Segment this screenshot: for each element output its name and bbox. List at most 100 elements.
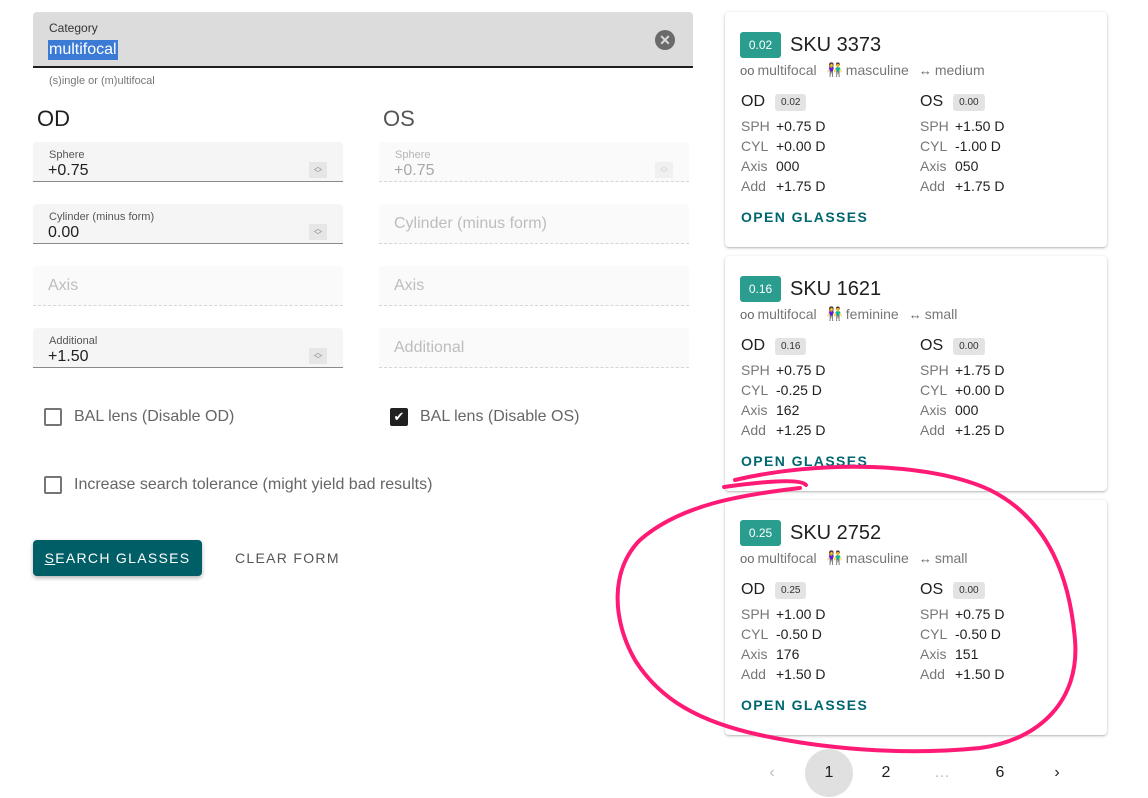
cyl-label: CYL xyxy=(741,138,769,154)
match-score-badge: 0.25 xyxy=(740,520,781,546)
open-glasses-button[interactable]: OPEN GLASSES xyxy=(741,209,868,225)
type-text: multifocal xyxy=(757,62,817,78)
result-card: 0.02 SKU 3373 oo multifocal 👫 masculine ↔ m… xyxy=(725,12,1107,247)
tolerance-checkbox[interactable]: Increase search tolerance (might yield b… xyxy=(44,476,432,494)
prev-page-button[interactable]: ‹ xyxy=(748,749,796,797)
spinner-icon[interactable]: ︿ ﹀ xyxy=(309,224,327,240)
os-score-chip: 0.00 xyxy=(953,337,985,355)
bal-os-checkbox[interactable]: ✔ BAL lens (Disable OS) xyxy=(390,408,579,426)
next-page-button[interactable]: › xyxy=(1033,749,1081,797)
od-axis-field[interactable]: Axis xyxy=(33,266,343,306)
page-2-button[interactable]: 2 xyxy=(862,749,910,797)
glasses-icon: oo xyxy=(740,306,755,322)
od-add-value: +1.50 D xyxy=(776,666,826,682)
checkbox-checked-icon[interactable]: ✔ xyxy=(390,408,408,426)
od-cyl-value: -0.25 D xyxy=(776,382,822,398)
page-1-button[interactable]: 1 xyxy=(805,749,853,797)
os-axis-placeholder: Axis xyxy=(394,277,425,294)
os-cyl-value: -0.50 D xyxy=(955,626,1001,642)
od-column: OD 0.25 SPH +1.00 D CYL -0.50 D Axis 176 Add… xyxy=(741,580,911,684)
search-label: EARCH GLASSES xyxy=(55,550,191,566)
people-icon: 👫 xyxy=(826,306,843,321)
match-score-badge: 0.02 xyxy=(740,32,781,58)
clear-form-button[interactable]: CLEAR FORM xyxy=(222,540,353,576)
od-sphere-input[interactable]: +0.75 xyxy=(48,162,88,180)
sph-label: SPH xyxy=(741,118,770,134)
size-text: small xyxy=(924,306,958,322)
os-additional-field: Additional xyxy=(379,328,689,368)
os-axis-value: 151 xyxy=(955,646,979,662)
cyl-label: CYL xyxy=(741,382,769,398)
search-glasses-button[interactable]: S EARCH GLASSES xyxy=(33,540,202,576)
od-additional-input[interactable]: +1.50 xyxy=(48,348,88,366)
os-column: OS 0.00 SPH +1.75 D CYL +0.00 D Axis 000 Add… xyxy=(920,336,1090,440)
pagination: ‹ 1 2 … 6 › xyxy=(748,749,1090,797)
glasses-meta: oo multifocal 👫 masculine ↔ medium xyxy=(740,62,989,78)
od-title: OD xyxy=(37,106,70,131)
sph-label: SPH xyxy=(741,606,770,622)
open-glasses-button[interactable]: OPEN GLASSES xyxy=(741,697,868,713)
sku-title: SKU 2752 xyxy=(790,522,882,544)
sph-label: SPH xyxy=(920,362,949,378)
category-label: Category xyxy=(49,21,98,35)
people-icon: 👫 xyxy=(826,62,843,77)
od-score-chip: 0.16 xyxy=(775,337,807,355)
bal-od-label: BAL lens (Disable OD) xyxy=(74,408,235,425)
search-accesskey: S xyxy=(44,550,56,566)
os-cylinder-placeholder: Cylinder (minus form) xyxy=(394,215,547,232)
os-column: OS 0.00 SPH +1.50 D CYL -1.00 D Axis 050 Add… xyxy=(920,92,1090,196)
od-cyl-value: +0.00 D xyxy=(776,138,826,154)
category-input[interactable]: multifocal xyxy=(48,40,118,60)
axis-label: Axis xyxy=(741,158,768,174)
axis-label: Axis xyxy=(920,158,947,174)
add-label: Add xyxy=(920,422,945,438)
os-axis-field: Axis xyxy=(379,266,689,306)
size-text: medium xyxy=(934,62,985,78)
od-cylinder-label: Cylinder (minus form) xyxy=(49,211,155,223)
page-ellipsis: … xyxy=(934,764,952,781)
add-label: Add xyxy=(741,422,766,438)
size-text: small xyxy=(934,550,968,566)
od-score-chip: 0.02 xyxy=(775,93,807,111)
add-label: Add xyxy=(920,178,945,194)
od-sphere-field[interactable]: Sphere +0.75 ︿ ﹀ xyxy=(33,142,343,182)
sph-label: SPH xyxy=(741,362,770,378)
open-glasses-button[interactable]: OPEN GLASSES xyxy=(741,453,868,469)
add-label: Add xyxy=(741,178,766,194)
os-sphere-input: +0.75 xyxy=(394,162,435,179)
od-sphere-label: Sphere xyxy=(49,149,85,161)
od-additional-label: Additional xyxy=(49,335,98,347)
close-circle-icon[interactable]: ✕ xyxy=(655,30,675,50)
glasses-icon: oo xyxy=(740,550,755,566)
od-column: OD 0.02 SPH +0.75 D CYL +0.00 D Axis 000 Add… xyxy=(741,92,911,196)
category-field[interactable]: Category multifocal ✕ xyxy=(33,12,693,68)
type-text: multifocal xyxy=(757,550,817,566)
os-sph-value: +0.75 D xyxy=(955,606,1005,622)
od-cylinder-field[interactable]: Cylinder (minus form) 0.00 ︿ ﹀ xyxy=(33,204,343,244)
od-heading: OD xyxy=(741,93,765,110)
checkbox-unchecked-icon[interactable] xyxy=(44,408,62,426)
spinner-icon[interactable]: ︿ ﹀ xyxy=(309,348,327,364)
od-heading: OD xyxy=(741,581,765,598)
glasses-meta: oo multifocal 👫 masculine ↔ small xyxy=(740,550,972,566)
cyl-label: CYL xyxy=(920,382,948,398)
od-cyl-value: -0.50 D xyxy=(776,626,822,642)
od-sph-value: +0.75 D xyxy=(776,118,826,134)
os-add-value: +1.25 D xyxy=(955,422,1005,438)
od-axis-placeholder: Axis xyxy=(48,277,79,294)
spinner-icon[interactable]: ︿ ﹀ xyxy=(309,162,327,178)
od-heading: OD xyxy=(741,337,765,354)
checkbox-unchecked-icon[interactable] xyxy=(44,476,62,494)
bal-od-checkbox[interactable]: BAL lens (Disable OD) xyxy=(44,408,234,426)
page-6-button[interactable]: 6 xyxy=(976,749,1024,797)
od-additional-field[interactable]: Additional +1.50 ︿ ﹀ xyxy=(33,328,343,368)
os-cylinder-field: Cylinder (minus form) xyxy=(379,204,689,244)
result-card: 0.25 SKU 2752 oo multifocal 👫 masculine ↔ s… xyxy=(725,500,1107,735)
od-cylinder-input[interactable]: 0.00 xyxy=(48,224,79,242)
bal-os-label: BAL lens (Disable OS) xyxy=(420,408,580,425)
axis-label: Axis xyxy=(920,402,947,418)
sph-label: SPH xyxy=(920,606,949,622)
sph-label: SPH xyxy=(920,118,949,134)
os-sphere-field: Sphere +0.75 ︿ ﹀ xyxy=(379,142,689,182)
result-card: 0.16 SKU 1621 oo multifocal 👫 feminine ↔ sm… xyxy=(725,256,1107,491)
